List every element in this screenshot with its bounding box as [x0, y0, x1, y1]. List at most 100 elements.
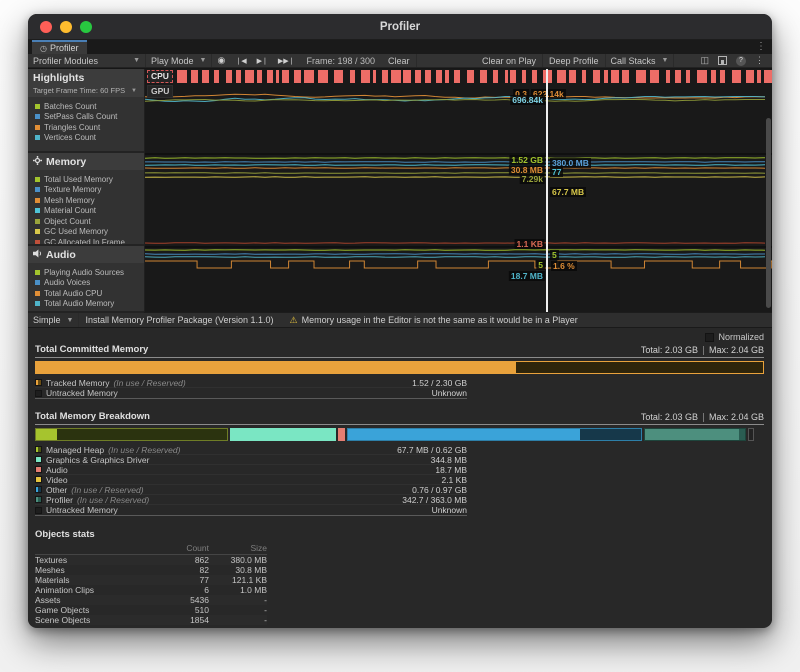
object-name: Meshes — [35, 565, 154, 575]
chart-value-label: 7.29k — [520, 174, 545, 184]
legend-item[interactable]: Vertices Count — [35, 133, 144, 144]
legend-item[interactable]: Playing Audio Sources — [35, 267, 144, 278]
tab-label: Profiler — [50, 43, 79, 53]
memory-note: (In use / Reserved) — [71, 485, 143, 495]
series-label: Batches Count — [44, 102, 96, 111]
memory-breakdown-bar[interactable] — [35, 428, 764, 441]
series-label: Total Audio CPU — [44, 289, 102, 298]
memory-note: (In use / Reserved) — [108, 445, 180, 455]
modules-scrollbar-thumb[interactable] — [766, 118, 771, 308]
module-legend-memory: Total Used MemoryTexture MemoryMesh Memo… — [28, 170, 144, 246]
series-label: GC Allocated In Frame — [44, 238, 125, 246]
committed-memory-title: Total Committed Memory — [35, 344, 148, 355]
series-color-swatch — [35, 177, 40, 182]
memory-label: Other — [46, 485, 67, 495]
memory-value: 67.7 MB / 0.62 GB — [397, 445, 467, 455]
legend-item[interactable]: Total Audio CPU — [35, 288, 144, 299]
chart-value-label: 1.6 % — [551, 261, 577, 271]
clear-button[interactable]: Clear — [382, 54, 417, 67]
legend-item[interactable]: GC Used Memory — [35, 227, 144, 238]
object-count: 5436 — [154, 595, 209, 605]
window-titlebar[interactable]: Profiler — [28, 14, 772, 40]
module-header-memory[interactable]: Memory — [28, 153, 144, 170]
memory-note: (In use / Reserved) — [77, 495, 149, 505]
size-column-header: Size — [209, 543, 267, 553]
tab-profiler[interactable]: ◷ Profiler — [32, 40, 87, 54]
window-title: Profiler — [28, 21, 772, 33]
profiler-icon: ◷ — [40, 44, 47, 53]
call-stacks-dropdown[interactable]: Call Stacks▼ — [606, 54, 675, 67]
breakdown-segment-untracked — [748, 428, 754, 441]
detail-toolbar: Simple▼ Install Memory Profiler Package … — [28, 312, 772, 328]
legend-item[interactable]: Texture Memory — [35, 185, 144, 196]
next-frame-icon[interactable]: ▶❘ — [252, 54, 273, 67]
module-title-memory: Memory — [33, 156, 139, 168]
current-frame-icon[interactable]: ▶▶❘ — [273, 54, 300, 67]
module-audio: AudioPlaying Audio SourcesAudio VoicesTo… — [28, 246, 144, 313]
cpu-toggle-chip[interactable]: CPU — [147, 70, 173, 83]
chart-value-label: 67.7 MB — [550, 187, 586, 197]
module-header-highlights[interactable]: HighlightsTarget Frame Time: 60 FPS▼ — [28, 69, 144, 97]
memory-label: Untracked Memory — [46, 505, 118, 515]
legend-item[interactable]: Triangles Count — [35, 122, 144, 133]
series-label: Texture Memory — [44, 185, 101, 194]
objects-stats-title: Objects stats — [35, 529, 267, 540]
memory-label: Video — [46, 475, 68, 485]
memory-label: Profiler — [46, 495, 73, 505]
normalized-checkbox[interactable] — [705, 333, 714, 342]
context-menu-icon[interactable]: ⋮ — [755, 55, 764, 66]
table-row: Animation Clips61.0 MB — [35, 585, 267, 595]
series-color-swatch — [35, 208, 40, 213]
legend-item[interactable]: Mesh Memory — [35, 195, 144, 206]
legend-item[interactable]: Object Count — [35, 216, 144, 227]
chart-value-label: 77 — [550, 167, 563, 177]
tab-menu-icon[interactable]: ⋮ — [756, 41, 766, 52]
table-row: Textures862380.0 MB — [35, 555, 267, 565]
install-memory-profiler-button[interactable]: Install Memory Profiler Package (Version… — [79, 313, 279, 327]
memory-label: Tracked Memory — [46, 378, 109, 388]
play-mode-dropdown[interactable]: Play Mode▼ — [146, 54, 212, 67]
module-title-audio: Audio — [33, 249, 139, 261]
legend-item[interactable]: Batches Count — [35, 101, 144, 112]
breakdown-max: Max: 2.04 GB — [709, 412, 764, 422]
legend-item[interactable]: Material Count — [35, 206, 144, 217]
memory-value: Unknown — [432, 388, 467, 398]
save-icon[interactable] — [718, 56, 727, 65]
memory-label: Untracked Memory — [46, 388, 118, 398]
clear-on-play-button[interactable]: Clear on Play — [476, 54, 543, 67]
legend-item[interactable]: GC Allocated In Frame — [35, 237, 144, 246]
view-mode-dropdown[interactable]: Simple▼ — [28, 313, 79, 327]
memory-icon — [33, 156, 42, 168]
object-name: Assets — [35, 595, 154, 605]
profiler-window: Profiler ◷ Profiler ⋮ Profiler Modules▼ … — [28, 14, 772, 628]
committed-memory-bar[interactable] — [35, 361, 764, 374]
memory-legend-row: Managed Heap(In use / Reserved)67.7 MB /… — [35, 445, 467, 455]
target-frame-time-dropdown[interactable]: Target Frame Time: 60 FPS▼ — [33, 86, 139, 95]
object-count: 6 — [154, 585, 209, 595]
memory-value: Unknown — [432, 505, 467, 515]
load-icon[interactable]: ◫ — [700, 55, 709, 66]
legend-item[interactable]: Total Used Memory — [35, 174, 144, 185]
memory-detail-pane: Normalized Total Committed Memory Total:… — [28, 328, 772, 626]
record-icon[interactable]: ◉ — [212, 54, 230, 67]
gpu-toggle-chip[interactable]: GPU — [147, 85, 173, 98]
legend-item[interactable]: Total Audio Memory — [35, 299, 144, 310]
memory-label: Audio — [46, 465, 68, 475]
breakdown-title: Total Memory Breakdown — [35, 411, 150, 422]
previous-frame-icon[interactable]: ❘◀ — [230, 54, 251, 67]
series-color-swatch — [35, 219, 40, 224]
module-header-audio[interactable]: Audio — [28, 246, 144, 263]
object-name: Scene Objects — [35, 615, 154, 625]
series-color-swatch — [35, 301, 40, 306]
object-name: Textures — [35, 555, 154, 565]
frame-chart-panel[interactable]: CPU GPU 0.3622.14k696.84k1.52 GB380.0 MB… — [145, 69, 772, 312]
memory-value: 18.7 MB — [435, 465, 467, 475]
frame-playhead[interactable] — [546, 69, 548, 312]
deep-profile-button[interactable]: Deep Profile — [543, 54, 606, 67]
help-icon[interactable]: ? — [736, 56, 746, 66]
series-color-swatch — [35, 187, 40, 192]
legend-item[interactable]: SetPass Calls Count — [35, 112, 144, 123]
legend-item[interactable]: Audio Voices — [35, 278, 144, 289]
profiler-modules-dropdown[interactable]: Profiler Modules▼ — [28, 54, 146, 67]
module-divider — [145, 246, 772, 248]
